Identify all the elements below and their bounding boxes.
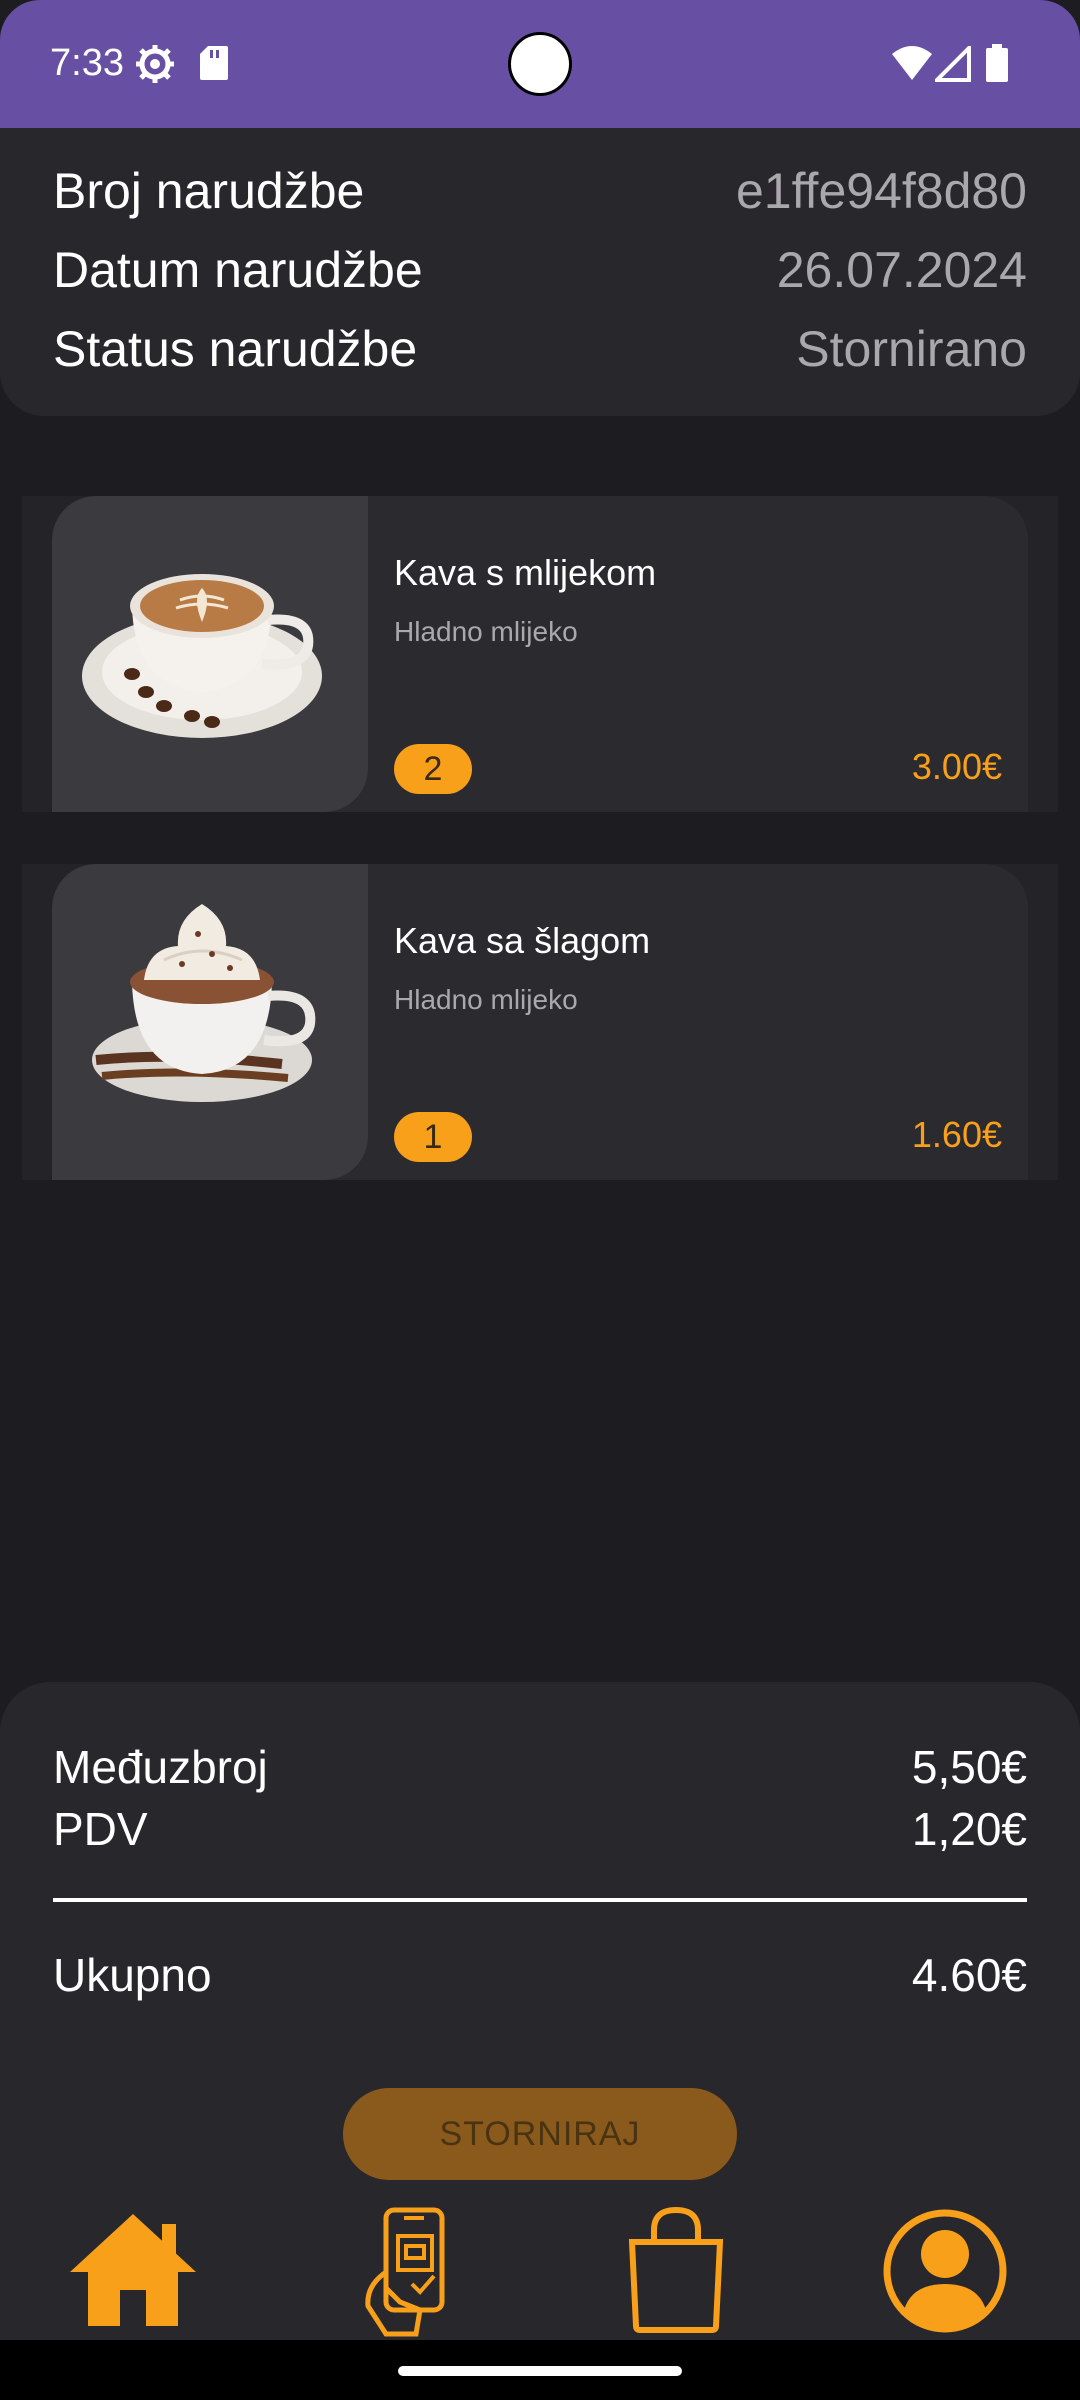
item-description: Hladno mlijeko — [394, 616, 578, 647]
total-value: 4.60€ — [911, 1949, 1027, 2001]
order-info-panel: Broj narudžbe e1ffe94f8d80 Datum narudžb… — [0, 128, 1080, 416]
item-description: Hladno mlijeko — [394, 984, 578, 1015]
profile-icon[interactable] — [882, 2208, 1008, 2334]
whipped-cream-coffee-image — [52, 864, 368, 1180]
latte-cup-image — [52, 496, 368, 812]
order-date-label: Datum narudžbe — [53, 242, 423, 298]
shopping-bag-icon[interactable] — [624, 2206, 728, 2334]
status-bar: 7:33 — [0, 0, 1080, 128]
cancel-order-button[interactable]: STORNIRAJ — [343, 2088, 737, 2180]
order-number-row: Broj narudžbe e1ffe94f8d80 — [53, 156, 1027, 226]
order-item-card[interactable]: Kava sa šlagom Hladno mlijeko 1 1.60€ — [22, 864, 1058, 1180]
gear-icon — [136, 45, 174, 83]
quantity-badge: 2 — [394, 744, 472, 794]
summary-divider — [53, 1898, 1027, 1902]
total-label: Ukupno — [53, 1949, 212, 2001]
total-row: Ukupno 4.60€ — [53, 1948, 1027, 2002]
vat-value: 1,20€ — [911, 1803, 1027, 1855]
wifi-icon — [892, 46, 932, 80]
order-number-value: e1ffe94f8d80 — [735, 163, 1027, 219]
item-price: 3.00€ — [911, 746, 1002, 787]
order-item-body: Kava sa šlagom Hladno mlijeko 1 1.60€ — [52, 864, 1028, 1180]
order-date-row: Datum narudžbe 26.07.2024 — [53, 235, 1027, 305]
subtotal-value: 5,50€ — [911, 1741, 1027, 1793]
subtotal-label: Međuzbroj — [53, 1741, 268, 1793]
vat-label: PDV — [53, 1803, 148, 1855]
quantity-badge: 1 — [394, 1112, 472, 1162]
mobile-order-icon[interactable] — [360, 2206, 460, 2338]
item-price: 1.60€ — [911, 1114, 1002, 1155]
battery-icon — [986, 44, 1008, 82]
item-name: Kava s mlijekom — [394, 552, 657, 593]
camera-cutout — [508, 32, 572, 96]
signal-icon — [935, 46, 971, 82]
order-item-card[interactable]: Kava s mlijekom Hladno mlijeko 2 3.00€ — [22, 496, 1058, 812]
order-status-value: Stornirano — [796, 321, 1027, 377]
home-icon[interactable] — [66, 2210, 200, 2330]
item-name: Kava sa šlagom — [394, 920, 651, 961]
order-number-label: Broj narudžbe — [53, 163, 365, 219]
order-status-label: Status narudžbe — [53, 321, 418, 377]
home-gesture-handle[interactable] — [398, 2366, 682, 2376]
order-date-value: 26.07.2024 — [776, 242, 1027, 298]
order-item-body: Kava s mlijekom Hladno mlijeko 2 3.00€ — [52, 496, 1028, 812]
status-time: 7:33 — [50, 42, 124, 84]
subtotal-row: Međuzbroj 5,50€ — [53, 1740, 1027, 1794]
order-status-row: Status narudžbe Stornirano — [53, 314, 1027, 384]
sd-card-icon — [200, 46, 228, 80]
vat-row: PDV 1,20€ — [53, 1802, 1027, 1856]
